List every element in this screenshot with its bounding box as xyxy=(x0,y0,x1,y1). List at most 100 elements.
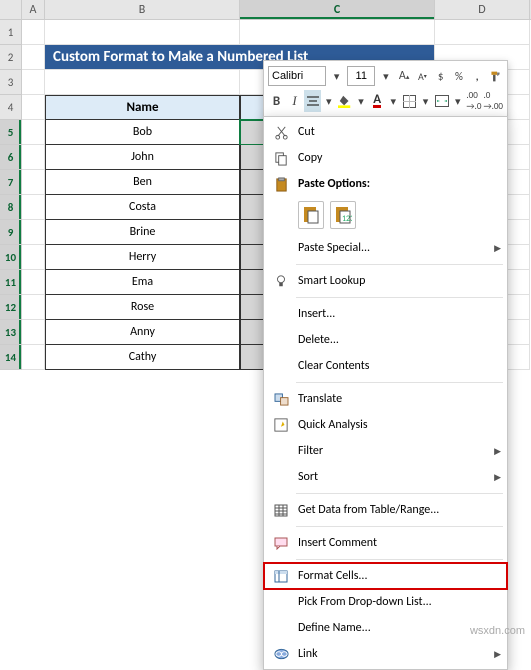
row-header-10[interactable]: 10 xyxy=(0,245,22,270)
row-header-8[interactable]: 8 xyxy=(0,195,22,220)
cell[interactable] xyxy=(22,120,45,145)
cell[interactable] xyxy=(22,70,45,95)
menu-label: Delete... xyxy=(298,333,501,347)
row-header-2[interactable]: 2 xyxy=(0,45,22,70)
cell[interactable] xyxy=(22,220,45,245)
menu-label: Insert... xyxy=(298,307,501,321)
font-color-dropdown-icon[interactable]: ▾ xyxy=(387,90,400,112)
select-all-corner[interactable] xyxy=(0,0,22,19)
column-headers: A B C D xyxy=(0,0,531,20)
cell[interactable] xyxy=(22,345,45,370)
row-header-13[interactable]: 13 xyxy=(0,320,22,345)
menu-sort[interactable]: Sort ▶ xyxy=(264,464,507,490)
italic-button[interactable]: I xyxy=(286,90,303,112)
menu-separator xyxy=(296,382,503,383)
cell[interactable] xyxy=(22,270,45,295)
menu-paste-options: Paste Options: xyxy=(264,171,507,197)
cell[interactable] xyxy=(45,70,240,95)
table-cell-name[interactable]: Costa xyxy=(45,195,240,220)
menu-label: Clear Contents xyxy=(298,359,501,373)
row-header-9[interactable]: 9 xyxy=(0,220,22,245)
font-name-dropdown-icon[interactable]: ▾ xyxy=(329,65,344,87)
col-header-C[interactable]: C xyxy=(240,0,435,19)
menu-insert-comment[interactable]: Insert Comment xyxy=(264,530,507,556)
decrease-decimal-icon[interactable]: .0→.00 xyxy=(483,90,503,112)
table-cell-name[interactable]: Anny xyxy=(45,320,240,345)
menu-pick-from-list[interactable]: Pick From Drop-down List... xyxy=(264,589,507,615)
cell[interactable] xyxy=(240,20,435,45)
mini-toolbar: ▾ ▾ A▴ A▾ $ % , B I ▾ ▾ A ▾ ▾ ▾ xyxy=(263,60,508,118)
menu-translate[interactable]: Translate xyxy=(264,386,507,412)
menu-smart-lookup[interactable]: Smart Lookup xyxy=(264,268,507,294)
cell[interactable] xyxy=(45,20,240,45)
increase-font-icon[interactable]: A▴ xyxy=(397,65,412,87)
increase-decimal-icon[interactable]: .00→.0 xyxy=(465,90,482,112)
bold-button[interactable]: B xyxy=(268,90,285,112)
menu-link[interactable]: Link ▶ xyxy=(264,641,507,667)
row-header-5[interactable]: 5 xyxy=(0,120,22,145)
merge-dropdown-icon[interactable]: ▾ xyxy=(451,90,464,112)
paste-default-button[interactable] xyxy=(298,201,324,229)
paste-values-button[interactable]: 123 xyxy=(330,201,356,229)
col-header-A[interactable]: A xyxy=(22,0,45,19)
fill-color-button[interactable] xyxy=(336,90,353,112)
accounting-format-icon[interactable]: $ xyxy=(433,65,448,87)
table-cell-name[interactable]: Ema xyxy=(45,270,240,295)
table-cell-name[interactable]: Cathy xyxy=(45,345,240,370)
menu-quick-analysis[interactable]: Quick Analysis xyxy=(264,412,507,438)
menu-format-cells[interactable]: Format Cells... xyxy=(264,563,507,589)
row-header-3[interactable]: 3 xyxy=(0,70,22,95)
row-header-1[interactable]: 1 xyxy=(0,20,22,45)
cell[interactable] xyxy=(22,320,45,345)
align-dropdown-icon[interactable]: ▾ xyxy=(322,90,335,112)
cell[interactable] xyxy=(22,170,45,195)
menu-cut[interactable]: Cut xyxy=(264,119,507,145)
cell[interactable] xyxy=(22,295,45,320)
cell[interactable] xyxy=(22,195,45,220)
row-header-14[interactable]: 14 xyxy=(0,345,22,370)
comma-format-icon[interactable]: , xyxy=(470,65,485,87)
table-cell-name[interactable]: John xyxy=(45,145,240,170)
font-color-button[interactable]: A xyxy=(369,90,386,112)
row-header-11[interactable]: 11 xyxy=(0,270,22,295)
table-cell-name[interactable]: Bob xyxy=(45,120,240,145)
font-size-dropdown-icon[interactable]: ▾ xyxy=(378,65,393,87)
borders-button[interactable] xyxy=(401,90,418,112)
menu-delete[interactable]: Delete... xyxy=(264,327,507,353)
decrease-font-icon[interactable]: A▾ xyxy=(415,65,430,87)
col-header-D[interactable]: D xyxy=(435,0,530,19)
merge-center-button[interactable] xyxy=(433,90,450,112)
percent-format-icon[interactable]: % xyxy=(451,65,466,87)
table-cell-name[interactable]: Brine xyxy=(45,220,240,245)
cell[interactable] xyxy=(22,245,45,270)
menu-insert[interactable]: Insert... xyxy=(264,301,507,327)
col-header-B[interactable]: B xyxy=(45,0,240,19)
font-name-input[interactable] xyxy=(268,66,326,86)
row-header-4[interactable]: 4 xyxy=(0,95,22,120)
menu-filter[interactable]: Filter ▶ xyxy=(264,438,507,464)
menu-label: Copy xyxy=(298,151,501,165)
cell[interactable] xyxy=(22,20,45,45)
row-header-7[interactable]: 7 xyxy=(0,170,22,195)
clipboard-icon xyxy=(268,174,294,194)
menu-clear-contents[interactable]: Clear Contents xyxy=(264,353,507,379)
menu-copy[interactable]: Copy xyxy=(264,145,507,171)
menu-get-data[interactable]: Get Data from Table/Range... xyxy=(264,497,507,523)
table-header-name[interactable]: Name xyxy=(45,95,240,120)
table-cell-name[interactable]: Ben xyxy=(45,170,240,195)
align-center-button[interactable] xyxy=(304,90,321,112)
font-size-input[interactable] xyxy=(347,66,375,86)
svg-text:123: 123 xyxy=(342,214,352,224)
row-header-12[interactable]: 12 xyxy=(0,295,22,320)
borders-dropdown-icon[interactable]: ▾ xyxy=(419,90,432,112)
row-header-6[interactable]: 6 xyxy=(0,145,22,170)
format-painter-icon[interactable] xyxy=(488,65,503,87)
cell[interactable] xyxy=(22,95,45,120)
cell[interactable] xyxy=(22,145,45,170)
cell[interactable] xyxy=(22,45,45,70)
table-cell-name[interactable]: Rose xyxy=(45,295,240,320)
table-cell-name[interactable]: Herry xyxy=(45,245,240,270)
cell[interactable] xyxy=(435,20,530,45)
fill-color-dropdown-icon[interactable]: ▾ xyxy=(354,90,367,112)
menu-paste-special[interactable]: Paste Special... ▶ xyxy=(264,235,507,261)
